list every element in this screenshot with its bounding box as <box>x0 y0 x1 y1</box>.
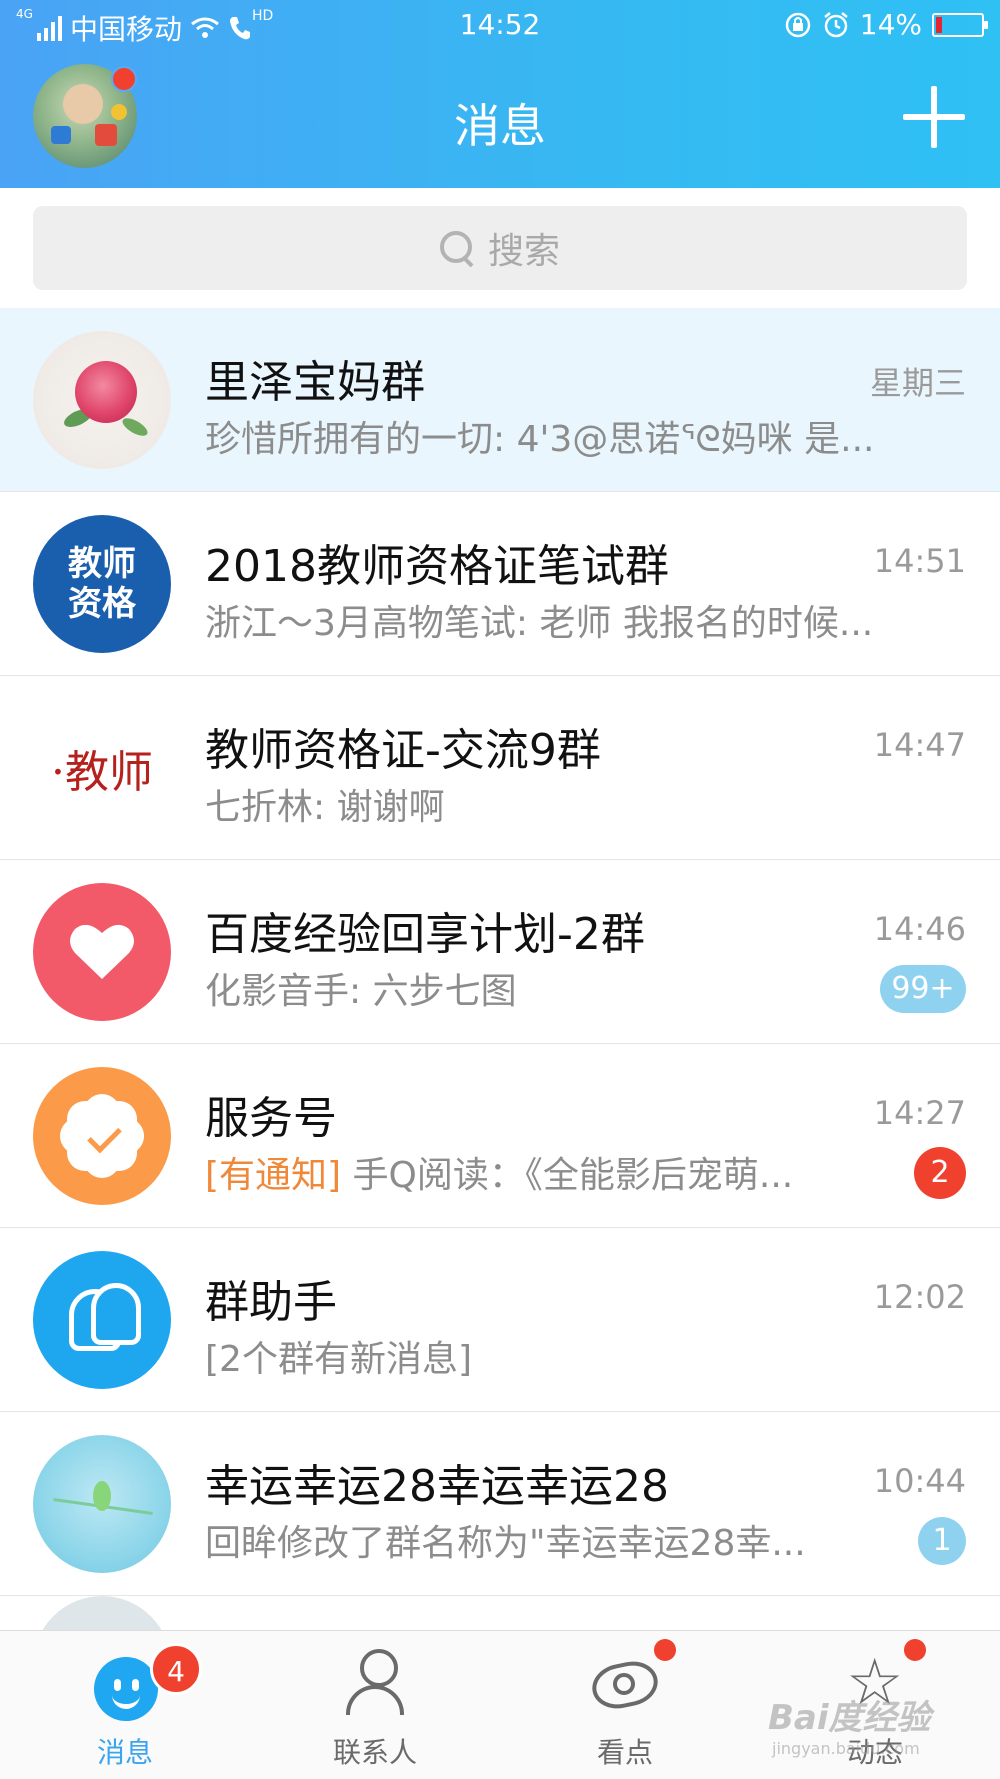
tab-label: 看点 <box>596 1736 653 1769</box>
tab-contacts[interactable]: 联系人 <box>250 1631 500 1779</box>
conversation-row[interactable]: 里泽宝妈群 星期三 珍惜所拥有的一切: 4'3@思诺ᕐᘓ妈咪 是... <box>0 308 1000 492</box>
header-bar: 4G 中国移动 HD 14:52 14% 消息 <box>0 0 1000 188</box>
search-input[interactable]: 搜索 <box>33 206 967 290</box>
unread-badge: 1 <box>918 1517 966 1565</box>
plus-icon[interactable] <box>903 86 965 148</box>
conversation-time: 10:44 <box>873 1462 966 1500</box>
conversation-row[interactable]: 幸运幸运28幸运幸运28 10:44 回眸修改了群名称为"幸运幸运28幸... … <box>0 1412 1000 1596</box>
conversation-name: 教师资格证-交流9群 <box>205 725 601 776</box>
conversation-preview: 化影音手: 六步七图 <box>205 971 517 1012</box>
conversation-name: 幸运幸运28幸运幸运28 <box>205 1461 669 1512</box>
conversation-time: 12:02 <box>873 1278 966 1316</box>
tab-kandian[interactable]: 看点 <box>500 1631 750 1779</box>
avatar-text: 教师 资格 <box>68 544 136 624</box>
page-title: 消息 <box>454 99 546 153</box>
battery-percent: 14% <box>859 8 922 41</box>
group-avatar <box>33 1435 171 1573</box>
tab-badge: 4 <box>150 1643 202 1695</box>
heart-icon <box>33 883 171 1021</box>
unread-badge: 99+ <box>880 965 966 1013</box>
conversation-name: 服务号 <box>205 1093 337 1144</box>
conversation-list: 里泽宝妈群 星期三 珍惜所拥有的一切: 4'3@思诺ᕐᘓ妈咪 是... 教师 资… <box>0 308 1000 1596</box>
conversation-preview: 回眸修改了群名称为"幸运幸运28幸... <box>205 1523 806 1564</box>
group-avatar: ·教师 <box>33 699 171 837</box>
tab-messages[interactable]: 4 消息 <box>0 1631 250 1779</box>
tab-label: 联系人 <box>332 1736 417 1769</box>
conversation-preview: [有通知] 手Q阅读：《全能影后宠萌... <box>205 1146 835 1198</box>
avatar-text: ·教师 <box>51 747 153 798</box>
tab-label: 消息 <box>96 1736 153 1769</box>
conversation-row[interactable]: 教师 资格 2018教师资格证笔试群 14:51 浙江～3月高物笔试: 老师 我… <box>0 492 1000 676</box>
conversation-row[interactable]: 服务号 14:27 [有通知] 手Q阅读：《全能影后宠萌... 2 <box>0 1044 1000 1228</box>
conversation-row[interactable]: 百度经验回享计划-2群 14:46 化影音手: 六步七图 99+ <box>0 860 1000 1044</box>
qq-face-icon <box>86 1643 164 1721</box>
conversation-time: 14:47 <box>873 726 966 764</box>
group-helper-icon <box>33 1251 171 1389</box>
service-check-icon <box>33 1067 171 1205</box>
preview-text: 手Q阅读：《全能影后宠萌... <box>341 1155 794 1196</box>
avatar-notification-dot <box>111 66 137 92</box>
conversation-name: 2018教师资格证笔试群 <box>205 541 669 592</box>
conversation-time: 14:51 <box>873 542 966 580</box>
notice-tag: [有通知] <box>205 1155 342 1196</box>
conversation-time: 星期三 <box>869 364 966 402</box>
conversation-name: 群助手 <box>205 1277 337 1328</box>
tab-dot <box>904 1639 926 1661</box>
alarm-icon <box>823 11 848 37</box>
search-area: 搜索 <box>0 188 1000 308</box>
watermark: Bai度经验 jingyan.baidu.com <box>768 1698 931 1758</box>
search-icon <box>439 231 474 265</box>
conversation-preview: 珍惜所拥有的一切: 4'3@思诺ᕐᘓ妈咪 是... <box>205 419 875 460</box>
search-placeholder: 搜索 <box>487 231 560 272</box>
conversation-time: 14:46 <box>873 910 966 948</box>
contact-icon <box>336 1643 414 1721</box>
conversation-preview: 七折林: 谢谢啊 <box>205 787 445 828</box>
tab-dot <box>654 1639 676 1661</box>
battery-icon <box>932 12 988 37</box>
conversation-row[interactable]: ·教师 教师资格证-交流9群 14:47 七折林: 谢谢啊 <box>0 676 1000 860</box>
conversation-preview: [2个群有新消息] <box>205 1339 472 1380</box>
group-avatar: 教师 资格 <box>33 515 171 653</box>
eye-icon <box>586 1643 664 1721</box>
conversation-preview: 浙江～3月高物笔试: 老师 我报名的时候... <box>205 603 874 644</box>
conversation-time: 14:27 <box>873 1094 966 1132</box>
group-avatar <box>33 331 171 469</box>
conversation-name: 里泽宝妈群 <box>205 357 425 408</box>
unread-badge: 2 <box>914 1147 966 1199</box>
conversation-name: 百度经验回享计划-2群 <box>205 909 645 960</box>
rotation-lock-icon <box>785 12 811 37</box>
status-bar: 4G 中国移动 HD 14:52 14% <box>0 0 1000 50</box>
conversation-row[interactable]: 群助手 12:02 [2个群有新消息] <box>0 1228 1000 1412</box>
